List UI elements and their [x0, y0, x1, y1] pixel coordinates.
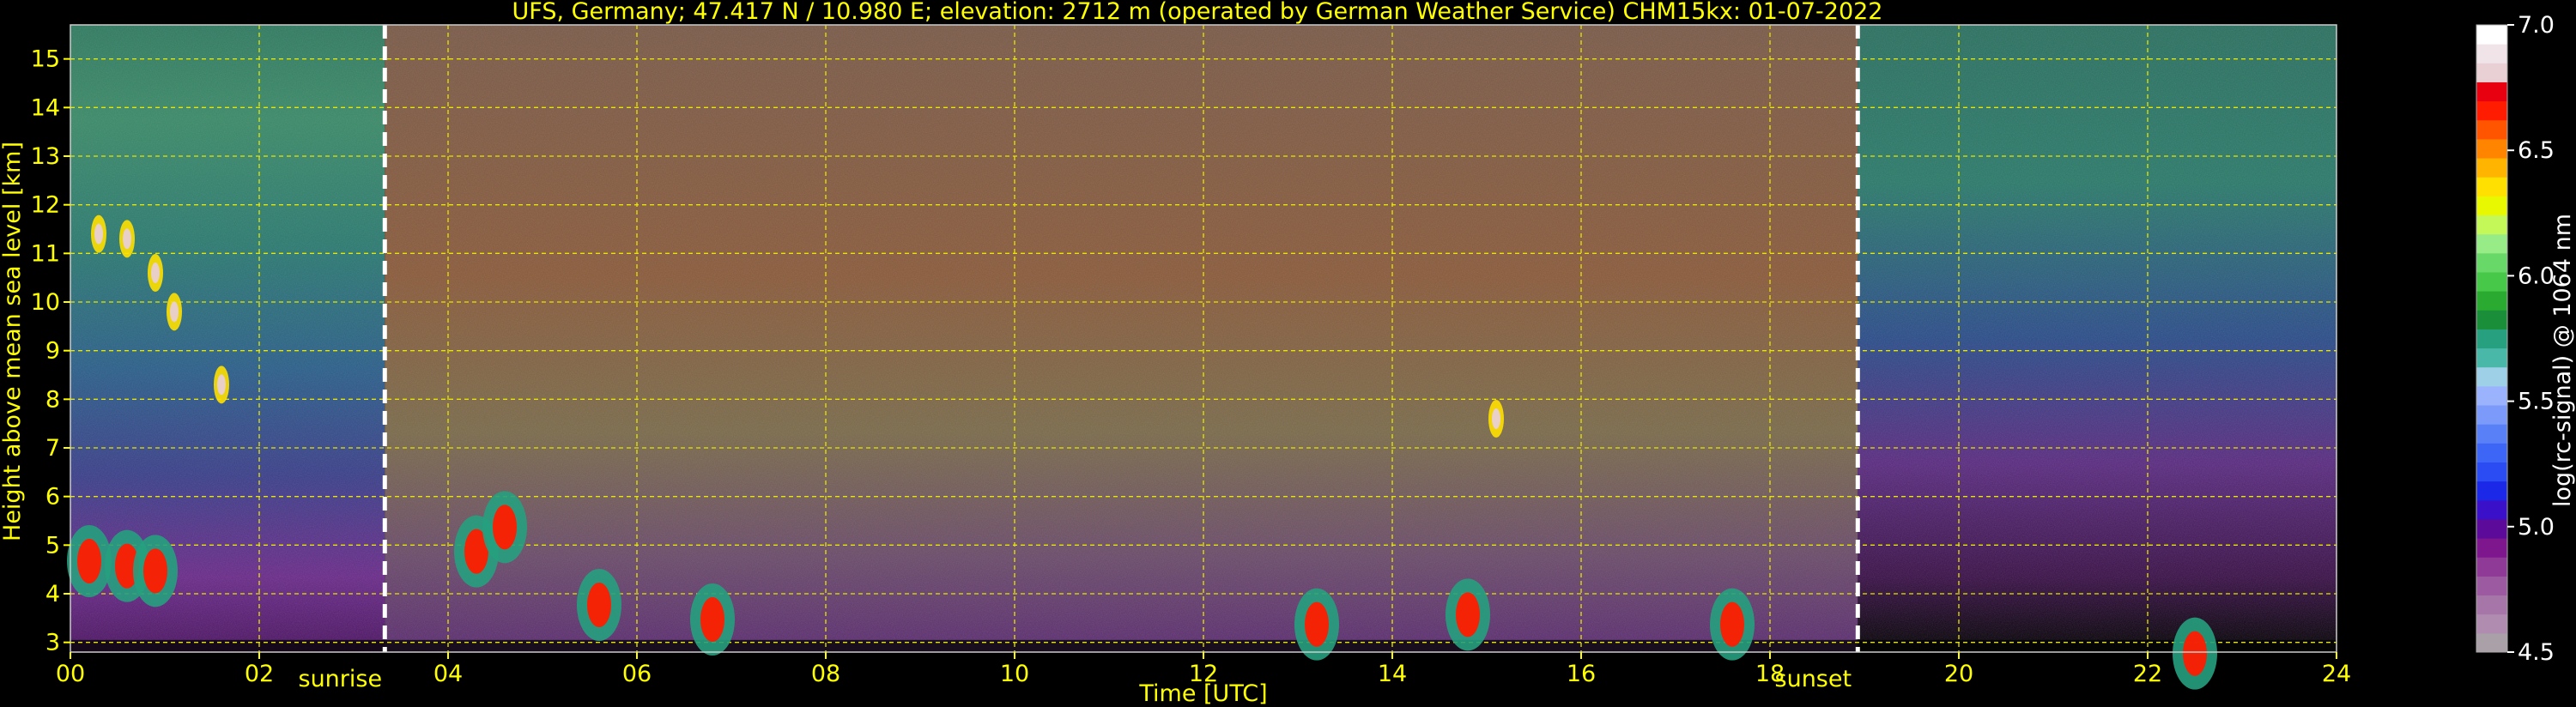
colorbar-segment [2476, 405, 2507, 425]
colorbar-segment [2476, 215, 2507, 235]
colorbar-segment [2476, 310, 2507, 329]
y-tick-label: 4 [45, 581, 60, 607]
x-tick-label: 04 [433, 661, 463, 687]
colorbar-segment [2476, 424, 2507, 444]
colorbar-tick-label: 4.5 [2518, 639, 2555, 666]
y-tick-label: 14 [31, 94, 60, 121]
cirrus-point [1488, 400, 1504, 438]
x-axis-label: Time [UTC] [1138, 680, 1267, 707]
colorbar-segment [2476, 44, 2507, 63]
sunset-label: sunset [1775, 666, 1852, 692]
y-tick-label: 5 [45, 532, 60, 559]
colorbar-segment [2476, 595, 2507, 615]
low-cloud-point [1710, 588, 1755, 661]
x-tick-label: 20 [1944, 661, 1973, 687]
colorbar-segment [2476, 480, 2507, 501]
y-axis-label: Height above mean sea level [km] [0, 142, 26, 541]
colorbar-segment [2476, 385, 2507, 406]
low-cloud-point [1294, 588, 1339, 661]
x-tick-label: 18 [1755, 661, 1785, 687]
low-cloud-point [690, 583, 735, 656]
colorbar-segment [2476, 100, 2507, 121]
colorbar-segment [2476, 158, 2507, 178]
x-tick-label: 00 [56, 661, 85, 687]
colorbar-segment [2476, 138, 2507, 159]
y-tick-label: 12 [31, 192, 60, 219]
colorbar-segment [2476, 538, 2507, 558]
colorbar-segment [2476, 576, 2507, 596]
low-cloud-point [2173, 617, 2217, 690]
y-tick-label: 10 [31, 289, 60, 316]
low-cloud-point [133, 535, 178, 607]
y-tick-label: 15 [31, 46, 60, 73]
colorbar-segment [2476, 518, 2507, 539]
cirrus-point [148, 254, 163, 292]
colorbar-segment [2476, 613, 2507, 634]
colorbar-segment [2476, 632, 2507, 653]
colorbar-segment [2476, 252, 2507, 273]
colorbar-tick-label: 6.5 [2518, 137, 2555, 164]
low-cloud-point [482, 491, 527, 564]
x-tick-label: 10 [1000, 661, 1029, 687]
colorbar-segment [2476, 499, 2507, 520]
y-tick-label: 9 [45, 338, 60, 365]
y-tick-label: 7 [45, 435, 60, 462]
cirrus-point [167, 293, 182, 331]
x-tick-label: 02 [245, 661, 274, 687]
chart-title: UFS, Germany; 47.417 N / 10.980 E; eleva… [512, 0, 1883, 25]
x-tick-label: 24 [2322, 661, 2351, 687]
colorbar-segment [2476, 177, 2507, 196]
y-tick-label: 8 [45, 386, 60, 413]
colorbar-segment [2476, 233, 2507, 254]
colorbar-tick-label: 7.0 [2518, 12, 2555, 39]
colorbar-segment [2476, 347, 2507, 368]
colorbar-segment [2476, 196, 2507, 216]
low-cloud-point [1446, 578, 1490, 651]
ceilometer-chart: sunrise sunset 00 02 04 06 08 10 12 14 16 18 20 22 24… [0, 0, 2576, 707]
colorbar-segment [2476, 557, 2507, 577]
colorbar-segment [2476, 25, 2507, 45]
colorbar-segment [2476, 63, 2507, 82]
x-tick-label: 06 [622, 661, 652, 687]
colorbar-segment [2476, 291, 2507, 311]
y-tick-label: 11 [31, 240, 60, 267]
colorbar-segment [2476, 119, 2507, 140]
cirrus-point [91, 215, 106, 253]
x-tick-label: 22 [2133, 661, 2162, 687]
x-tick-label: 14 [1378, 661, 1407, 687]
y-tick-label: 6 [45, 484, 60, 511]
colorbar-segment [2476, 82, 2507, 102]
colorbar-segment [2476, 366, 2507, 387]
x-tick-label: 08 [811, 661, 840, 687]
colorbar-segment [2476, 271, 2507, 292]
cirrus-point [214, 366, 229, 404]
y-tick-label: 3 [45, 630, 60, 656]
colorbar-segment [2476, 462, 2507, 482]
colorbar-segment [2476, 443, 2507, 462]
low-cloud-point [577, 569, 621, 641]
cirrus-point [119, 220, 135, 258]
colorbar: 4.55.05.56.06.57.0 [2476, 12, 2555, 666]
colorbar-segment [2476, 329, 2507, 349]
y-tick-label: 13 [31, 143, 60, 170]
x-tick-label: 16 [1567, 661, 1596, 687]
low-cloud-point [67, 525, 112, 597]
colorbar-label: log(rc-signal) @ 1064 nm [2549, 214, 2576, 507]
sunrise-label: sunrise [299, 666, 383, 692]
colorbar-tick-label: 5.0 [2518, 514, 2555, 541]
